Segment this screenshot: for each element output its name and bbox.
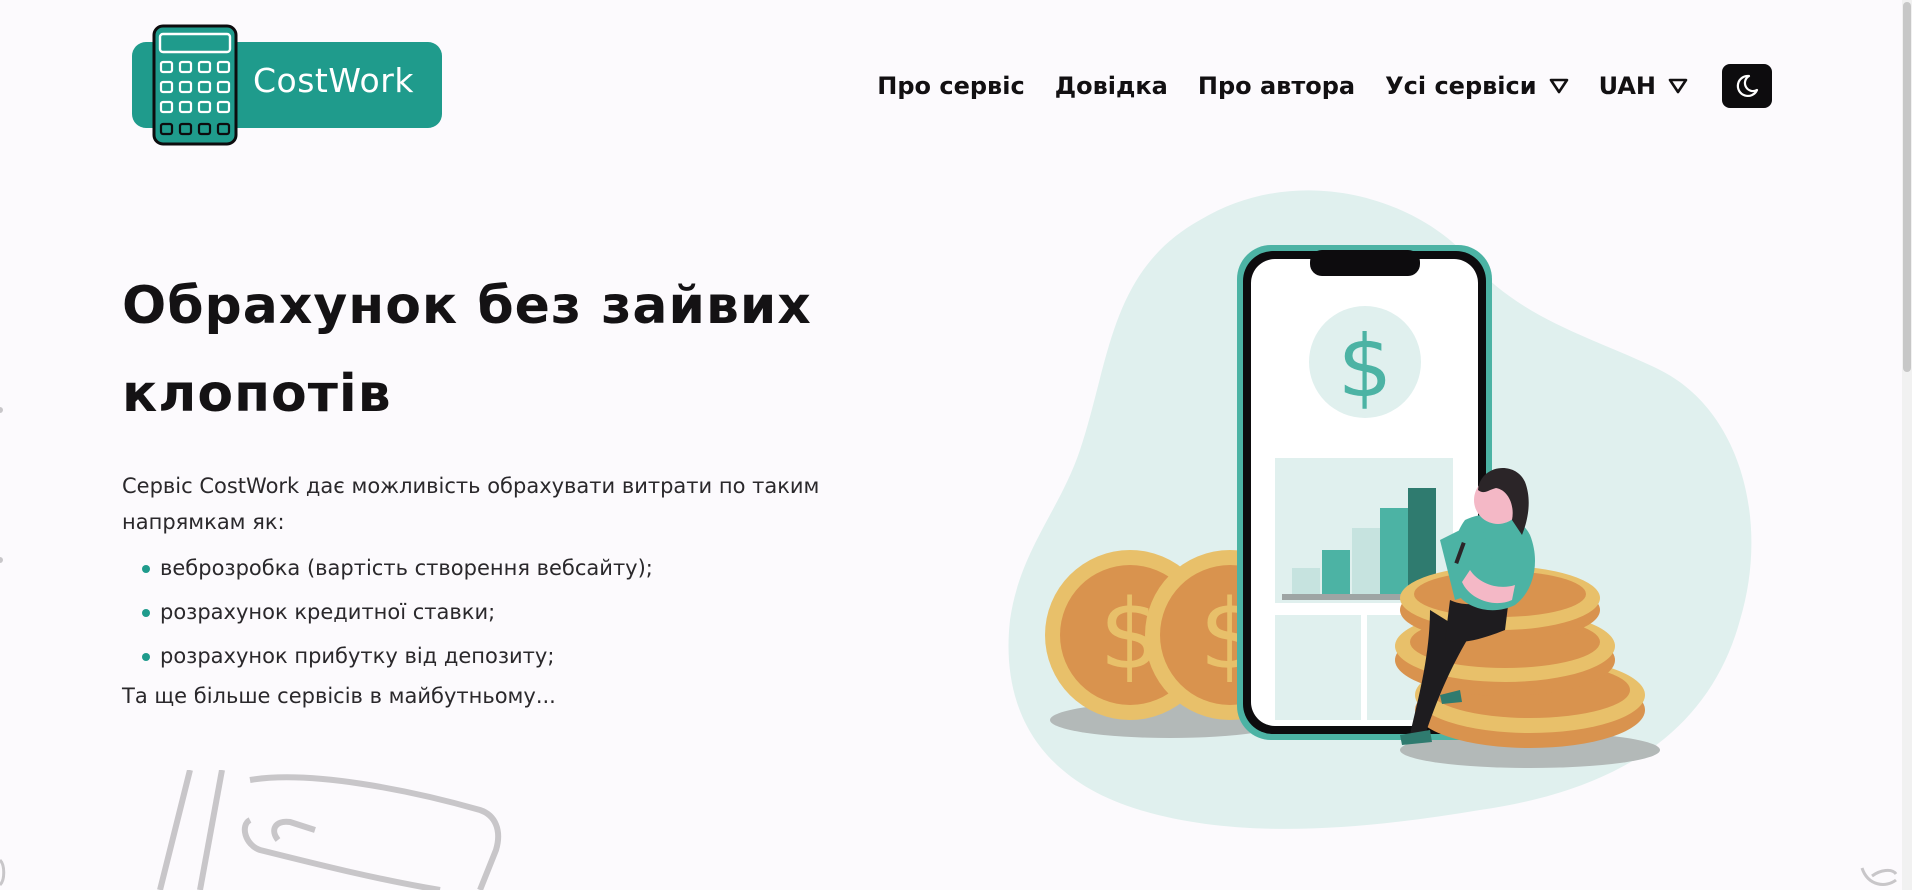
- nav-help-label: Довідка: [1054, 72, 1168, 100]
- nav-all-services-dropdown[interactable]: Усі сервіси: [1385, 72, 1568, 100]
- calculator-icon: [152, 24, 238, 146]
- bullet-icon: [142, 653, 150, 661]
- logo-text: CostWork: [253, 61, 414, 100]
- list-item-text: розрахунок прибутку від депозиту;: [160, 644, 555, 668]
- chart-bar: [1380, 508, 1408, 594]
- list-item: веброзробка (вартість створення вебсайту…: [122, 546, 653, 590]
- nav-about-service[interactable]: Про сервіс: [877, 72, 1024, 100]
- decorative-edge-icon: [0, 407, 6, 887]
- nav-all-services-label: Усі сервіси: [1385, 72, 1537, 100]
- list-item: розрахунок прибутку від депозиту;: [122, 634, 653, 678]
- bullet-icon: [142, 609, 150, 617]
- list-item-text: веброзробка (вартість створення вебсайту…: [160, 556, 653, 580]
- landing-page: CostWork Про сервіс Довідка Про автора У…: [0, 0, 1912, 890]
- hero-title: Обрахунок без зайвих клопотів: [122, 276, 812, 424]
- phone-notch: [1310, 250, 1420, 276]
- caret-down-icon: [1668, 78, 1688, 94]
- services-list: веброзробка (вартість створення вебсайту…: [122, 546, 653, 678]
- currency-label: UAH: [1598, 72, 1656, 100]
- nav-about-author[interactable]: Про автора: [1198, 72, 1355, 100]
- hero-description: Сервіс CostWork дає можливість обрахуват…: [122, 474, 820, 534]
- logo[interactable]: CostWork: [131, 24, 443, 146]
- hero-illustration: $ $ $: [1008, 190, 1752, 829]
- bullet-icon: [142, 565, 150, 573]
- nav-about-author-label: Про автора: [1197, 72, 1356, 100]
- hero-footer-text: Та ще більше сервісів в майбутньому...: [122, 684, 556, 708]
- nav-help[interactable]: Довідка: [1055, 72, 1168, 100]
- chart-bar: [1352, 528, 1380, 594]
- chart-bar: [1322, 550, 1350, 594]
- caret-down-icon: [1549, 78, 1568, 94]
- chart-bar: [1292, 568, 1320, 594]
- list-item: розрахунок кредитної ставки;: [122, 590, 653, 634]
- page-scrollbar[interactable]: [1902, 0, 1912, 890]
- decorative-card-icon: [157, 770, 502, 890]
- scrollbar-thumb[interactable]: [1903, 2, 1911, 372]
- theme-toggle-button[interactable]: [1722, 64, 1772, 108]
- currency-selector[interactable]: UAH: [1599, 72, 1688, 100]
- list-item-text: розрахунок кредитної ставки;: [160, 600, 496, 624]
- screen-block: [1275, 615, 1361, 720]
- nav-about-service-label: Про сервіс: [877, 72, 1025, 100]
- main-nav: Про сервіс Довідка Про автора Усі сервіс…: [877, 62, 1772, 110]
- decorative-swirl-icon: [1860, 867, 1898, 886]
- dollar-icon: $: [1338, 317, 1393, 417]
- moon-icon: [1736, 74, 1759, 97]
